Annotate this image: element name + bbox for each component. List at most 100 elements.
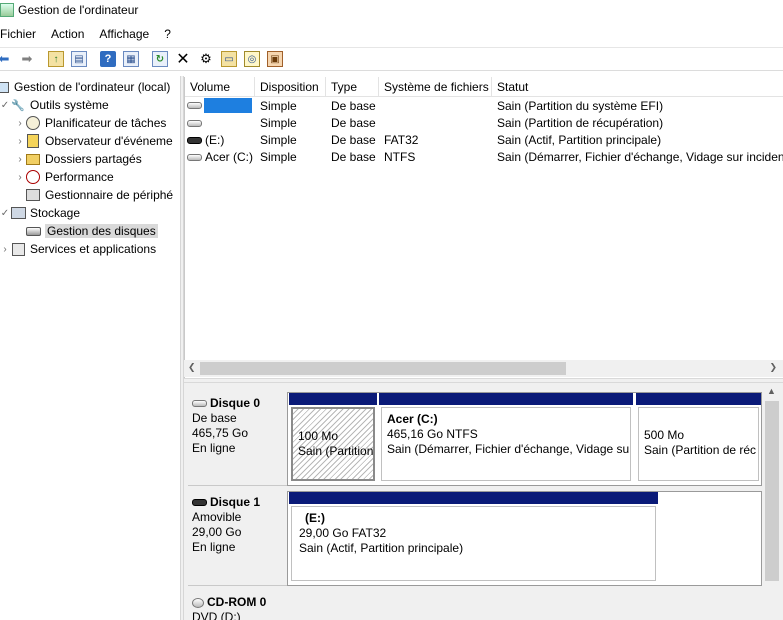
table-row[interactable]: (E:) Simple De base FAT32 Sain (Actif, P… xyxy=(185,131,783,148)
chevron-right-icon[interactable]: › xyxy=(15,172,25,183)
column-header-status[interactable]: Statut xyxy=(492,77,783,97)
tree-label-performance: Performance xyxy=(45,170,114,184)
computer-management-icon xyxy=(0,3,14,17)
partition-acer-c[interactable]: Acer (C:) 465,16 Go NTFS Sain (Démarrer,… xyxy=(379,393,633,483)
table-row[interactable]: Simple De base Sain (Partition du systèm… xyxy=(185,97,783,114)
vertical-scrollbar[interactable]: ▲ xyxy=(762,383,783,620)
horizontal-scrollbar[interactable]: ❮ ❯ xyxy=(184,360,783,377)
cell-type: De base xyxy=(331,132,376,147)
up-folder-icon[interactable]: ↑ xyxy=(46,49,66,69)
cell-status: Sain (Partition du système EFI) xyxy=(497,98,664,113)
tree-item-performance[interactable]: › Performance xyxy=(15,168,114,186)
tree-item-disk-management[interactable]: Gestion des disques xyxy=(15,222,158,240)
cdrom-0-label[interactable]: CD-ROM 0 DVD (D:) xyxy=(188,591,287,620)
horizontal-scroll-thumb[interactable] xyxy=(200,362,566,375)
tree-label-device-manager: Gestionnaire de périphé xyxy=(45,188,174,202)
disk-size: 29,00 Go xyxy=(192,525,242,539)
cell-status: Sain (Partition de récupération) xyxy=(497,115,664,130)
column-header-filesystem[interactable]: Système de fichiers xyxy=(379,77,492,97)
tree-label-task-scheduler: Planificateur de tâches xyxy=(45,116,167,130)
cell-fs: FAT32 xyxy=(384,132,419,147)
scroll-up-icon[interactable]: ▲ xyxy=(767,386,776,396)
cell-status: Sain (Actif, Partition principale) xyxy=(497,132,662,147)
title-bar: Gestion de l'ordinateur xyxy=(0,0,783,20)
volume-list: Volume Disposition Type Système de fichi… xyxy=(184,77,783,378)
expanded-chevron-icon[interactable]: ✓ xyxy=(0,100,10,111)
partition-e[interactable]: (E:) 29,00 Go FAT32 Sain (Actif, Partiti… xyxy=(289,492,658,583)
partition-title: (E:) xyxy=(305,511,325,525)
scroll-right-icon[interactable]: ❯ xyxy=(769,362,777,373)
properties-icon[interactable]: ▦ xyxy=(121,49,141,69)
show-hide-tree-icon[interactable]: ▤ xyxy=(69,49,89,69)
partition-size: 29,00 Go FAT32 xyxy=(299,526,387,540)
cdrom-icon xyxy=(192,597,204,608)
column-header-volume[interactable]: Volume xyxy=(185,77,255,97)
partition-status: Sain (Actif, Partition principale) xyxy=(299,541,464,555)
vertical-scroll-thumb[interactable] xyxy=(765,401,779,581)
partition-status: Sain (Démarrer, Fichier d'échange, Vidag… xyxy=(387,442,631,456)
volume-icon xyxy=(187,102,202,110)
scroll-left-icon[interactable]: ❮ xyxy=(188,362,196,373)
tree-root[interactable]: Gestion de l'ordinateur (local) xyxy=(0,78,170,96)
disk-state: En ligne xyxy=(192,441,236,455)
volume-list-header: Volume Disposition Type Système de fichi… xyxy=(185,77,783,97)
expanded-chevron-icon[interactable]: ✓ xyxy=(0,208,10,219)
disk-0-label[interactable]: Disque 0 De base 465,75 Go En ligne xyxy=(188,392,287,486)
volume-icon xyxy=(187,153,202,161)
table-row[interactable]: Acer (C:) Simple De base NTFS Sain (Déma… xyxy=(185,148,783,165)
export-icon[interactable]: ▣ xyxy=(265,49,285,69)
chevron-right-icon[interactable]: › xyxy=(15,118,25,129)
window-title: Gestion de l'ordinateur xyxy=(18,3,139,17)
menu-fichier[interactable]: Fichier xyxy=(0,27,42,41)
partition-efi[interactable]: 100 Mo Sain (Partition xyxy=(289,393,377,483)
disk-type: De base xyxy=(192,411,237,425)
menu-help[interactable]: ? xyxy=(164,27,177,41)
removable-drive-icon xyxy=(187,136,202,144)
tools-icon: 🔧 xyxy=(11,99,25,112)
forward-arrow-icon[interactable]: ➡ xyxy=(17,49,37,69)
tree-label-event-viewer: Observateur d'événeme xyxy=(45,134,173,148)
cell-type: De base xyxy=(331,98,376,113)
disk-1-label[interactable]: Disque 1 Amovible 29,00 Go En ligne xyxy=(188,491,287,586)
chevron-right-icon[interactable]: › xyxy=(15,136,25,147)
volume-icon xyxy=(187,119,202,127)
cell-layout: Simple xyxy=(260,115,297,130)
disk-0-partitions: 100 Mo Sain (Partition Acer (C:) 465,16 … xyxy=(287,392,762,486)
chevron-right-icon[interactable]: › xyxy=(15,154,25,165)
tree-item-shared-folders[interactable]: › Dossiers partagés xyxy=(15,150,142,168)
tree-item-task-scheduler[interactable]: › Planificateur de tâches xyxy=(15,114,166,132)
back-arrow-icon[interactable]: ⬅ xyxy=(0,49,14,69)
cell-layout: Simple xyxy=(260,98,297,113)
column-header-type[interactable]: Type xyxy=(326,77,379,97)
tree-item-system-tools[interactable]: ✓ 🔧 Outils système xyxy=(0,96,109,114)
tree-item-storage[interactable]: ✓ Stockage xyxy=(0,204,80,222)
search-disk-icon[interactable]: ◎ xyxy=(242,49,262,69)
menu-affichage[interactable]: Affichage xyxy=(99,27,155,41)
cell-status: Sain (Démarrer, Fichier d'échange, Vidag… xyxy=(497,149,783,164)
disk-name: CD-ROM 0 xyxy=(207,595,267,609)
partition-status: Sain (Partition xyxy=(298,444,374,458)
refresh-icon[interactable]: ↻ xyxy=(150,49,170,69)
clock-icon xyxy=(25,115,41,131)
device-manager-icon xyxy=(25,187,41,203)
cell-type: De base xyxy=(331,149,376,164)
chevron-right-icon[interactable]: › xyxy=(0,244,10,255)
partition-recovery[interactable]: 500 Mo Sain (Partition de réc xyxy=(636,393,761,483)
menu-action[interactable]: Action xyxy=(51,27,90,41)
tree-label-shared-folders: Dossiers partagés xyxy=(45,152,142,166)
table-row[interactable]: Simple De base Sain (Partition de récupé… xyxy=(185,114,783,131)
tree-item-device-manager[interactable]: Gestionnaire de périphé xyxy=(15,186,173,204)
help-icon[interactable]: ? xyxy=(98,49,118,69)
computer-management-icon xyxy=(0,79,10,95)
column-header-layout[interactable]: Disposition xyxy=(255,77,326,97)
delete-icon[interactable]: ✕ xyxy=(173,49,193,69)
settings-icon[interactable]: ⚙ xyxy=(196,49,216,69)
performance-icon xyxy=(25,169,41,185)
open-folder-icon[interactable]: ▭ xyxy=(219,49,239,69)
tree-label-storage: Stockage xyxy=(30,206,81,220)
removable-disk-icon xyxy=(192,499,207,506)
navigation-tree: Gestion de l'ordinateur (local) ✓ 🔧 Outi… xyxy=(0,76,179,620)
tree-item-event-viewer[interactable]: › Observateur d'événeme xyxy=(15,132,173,150)
tree-item-services[interactable]: › Services et applications xyxy=(0,240,156,258)
shared-folder-icon xyxy=(25,151,41,167)
